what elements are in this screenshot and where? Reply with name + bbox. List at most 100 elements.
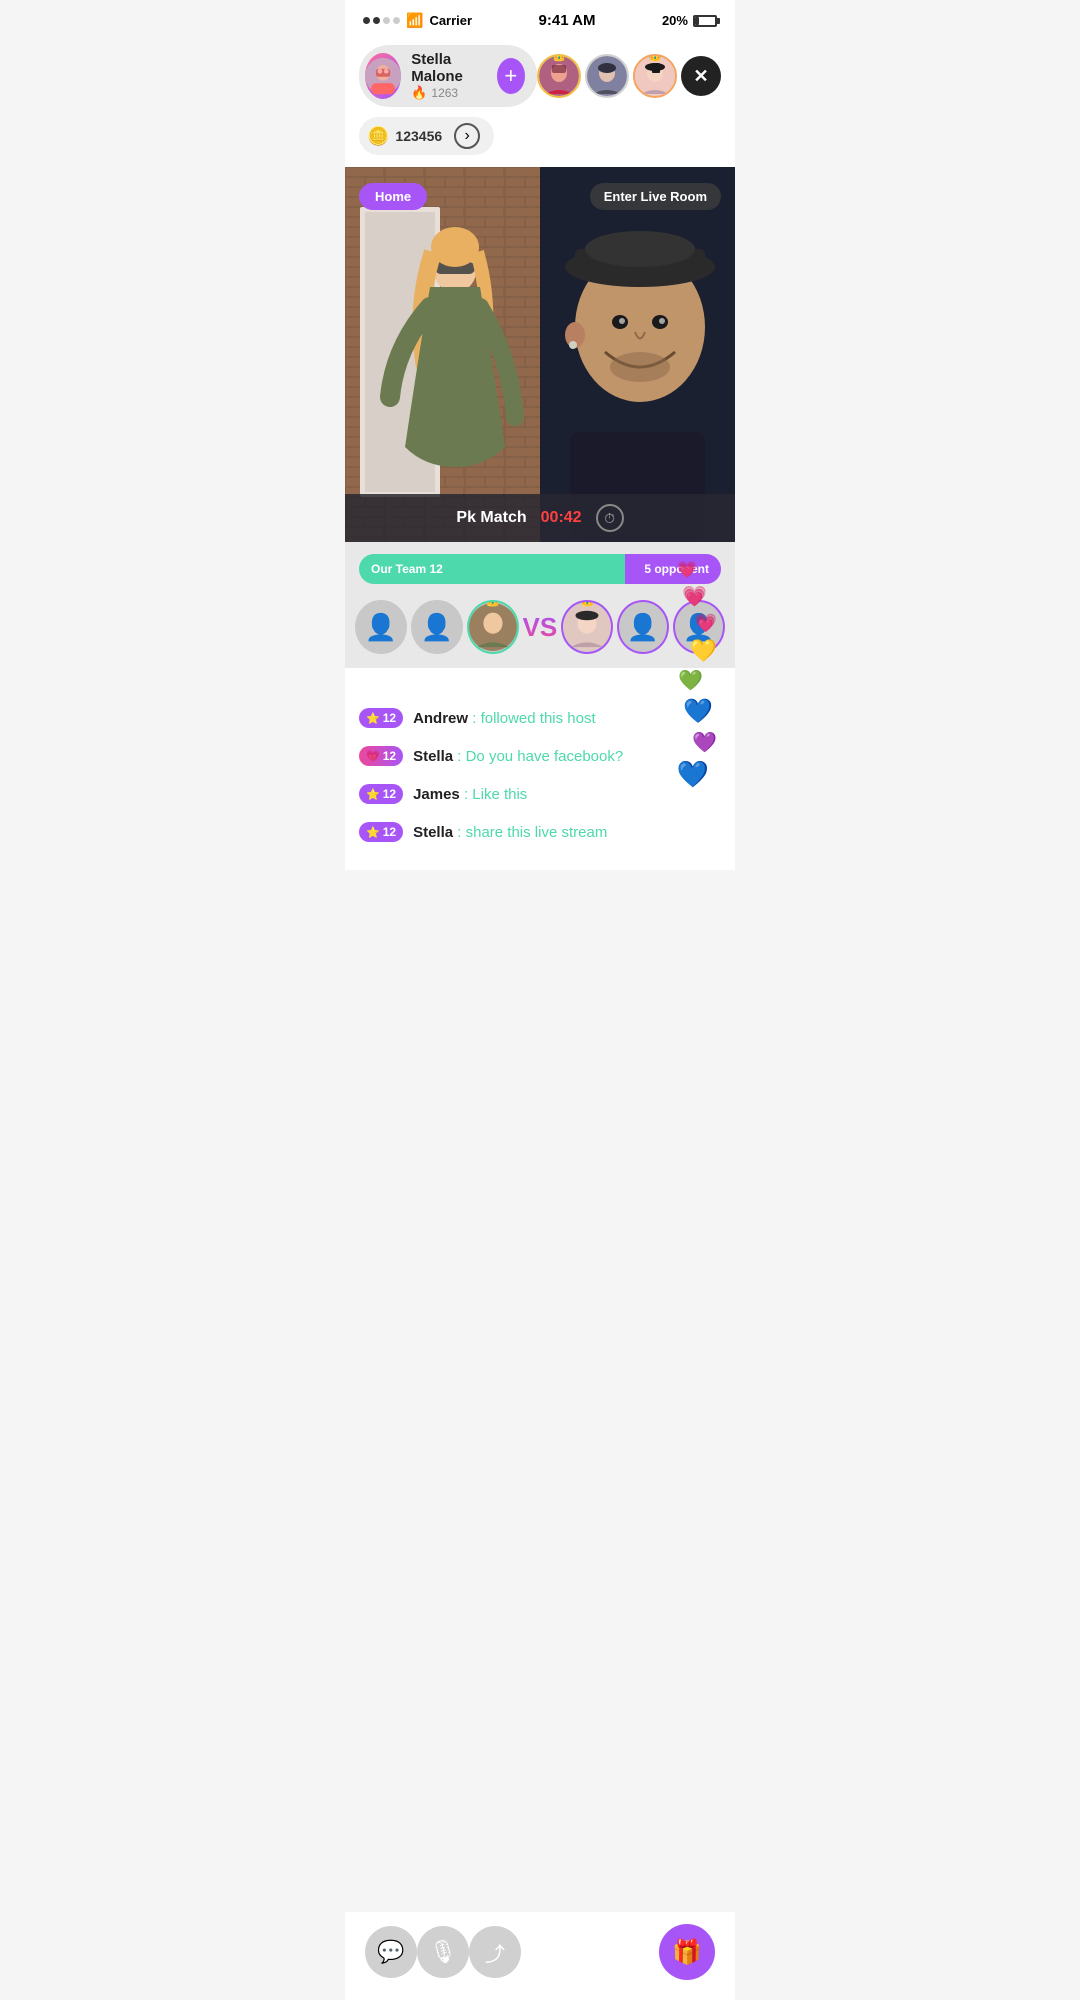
profile-card[interactable]: Stella Malone 🔥 1263 + <box>359 45 537 107</box>
avatar <box>365 53 401 99</box>
chat-name-3: James <box>413 786 460 803</box>
chat-content-3: : Like this <box>460 786 528 803</box>
chat-content-1: : followed this host <box>468 710 596 727</box>
man-background <box>540 167 735 542</box>
profile-section: Stella Malone 🔥 1263 + 👑 <box>345 35 735 117</box>
flame-score: 1263 <box>431 86 458 100</box>
coins-row: 🪙 123456 › <box>345 117 735 167</box>
coin-value: 123456 <box>395 128 442 144</box>
pk-match-label: Pk Match <box>456 509 526 527</box>
mini-avatar-3[interactable]: 👑 <box>633 54 677 98</box>
battery-fill <box>695 17 699 25</box>
chat-item-1: ⭐ 12 Andrew : followed this host <box>359 708 721 728</box>
heart-float-7: 💜 <box>692 730 717 755</box>
coins-arrow[interactable]: › <box>454 123 480 149</box>
hearts-float: 💗 💗 💗 💛 💚 💙 💜 💙 <box>677 560 717 790</box>
battery-icon <box>693 15 717 27</box>
signal-dot-4 <box>393 17 400 24</box>
person-icon-5: 👤 <box>627 612 659 643</box>
crown-teal-icon: 👑 <box>484 600 500 608</box>
comp-avatar-5[interactable]: 👤 <box>617 600 669 654</box>
heart-float-4: 💛 <box>690 638 717 664</box>
star-icon-1: ⭐ <box>366 712 380 725</box>
add-icon: + <box>504 63 517 89</box>
level-number-1: 12 <box>383 711 396 725</box>
home-badge[interactable]: Home <box>359 183 427 210</box>
chat-message-3: James : Like this <box>413 786 527 803</box>
chat-name-1: Andrew <box>413 710 468 727</box>
mic-button[interactable]: 🎙 <box>417 1926 469 1978</box>
chat-name-4: Stella <box>413 824 453 841</box>
level-number-4: 12 <box>383 825 396 839</box>
chat-button[interactable]: 💬 <box>365 1926 417 1978</box>
status-bar: 📶 Carrier 9:41 AM 20% <box>345 0 735 35</box>
level-number-3: 12 <box>383 787 396 801</box>
bottom-bar: 💬 🎙 ⤴ 🎁 <box>345 1912 735 2000</box>
pk-timer: 00:42 <box>541 509 582 527</box>
add-button[interactable]: + <box>497 58 525 94</box>
comp-avatar-3-active[interactable]: 👑 <box>467 600 519 654</box>
chat-item-2: 💗 12 Stella : Do you have facebook? <box>359 746 721 766</box>
gift-button[interactable]: 🎁 <box>659 1924 715 1980</box>
chat-name-2: Stella <box>413 748 453 765</box>
person-icon-1: 👤 <box>365 612 397 643</box>
star-icon-4: ⭐ <box>366 826 380 839</box>
status-left: 📶 Carrier <box>363 12 472 29</box>
pk-match-bar: Pk Match 00:42 ⏱ <box>345 494 735 542</box>
profile-name: Stella Malone <box>411 51 486 85</box>
heart-float-8: 💙 <box>677 759 709 790</box>
crown-red-icon: 👑 <box>579 600 595 608</box>
heart-float-2: 💗 <box>682 584 707 609</box>
mini-avatar-1[interactable]: 👑 <box>537 54 581 98</box>
team-progress-bar: Our Team 12 5 opponent <box>359 554 721 584</box>
level-number-2: 12 <box>383 749 396 763</box>
chat-section: ⭐ 12 Andrew : followed this host 💗 12 St… <box>345 688 735 870</box>
chat-message-2: Stella : Do you have facebook? <box>413 748 623 765</box>
mini-avatar-2[interactable] <box>585 54 629 98</box>
chat-content-4: : share this live stream <box>453 824 607 841</box>
share-button[interactable]: ⤴ <box>469 1926 521 1978</box>
chat-message-1: Andrew : followed this host <box>413 710 596 727</box>
chat-message-4: Stella : share this live stream <box>413 824 607 841</box>
mic-icon: 🎙 <box>429 1939 457 1965</box>
comp-avatar-4-active[interactable]: 👑 <box>561 600 613 654</box>
comp-avatar-1[interactable]: 👤 <box>355 600 407 654</box>
flame-icon: 🔥 <box>411 85 427 101</box>
close-button[interactable]: ✕ <box>681 56 721 96</box>
level-badge-3: ⭐ 12 <box>359 784 403 804</box>
heart-icon-2: 💗 <box>366 750 380 763</box>
signal-dot-3 <box>383 17 390 24</box>
heart-float-1: 💗 <box>677 560 697 580</box>
coins-badge[interactable]: 🪙 123456 › <box>359 117 494 155</box>
crown-icon-3: 👑 <box>648 54 663 62</box>
coin-icon: 🪙 <box>367 126 389 147</box>
profile-flame: 🔥 1263 <box>411 85 486 101</box>
crown-icon-1: 👑 <box>552 54 567 62</box>
chat-icon: 💬 <box>377 1939 404 1965</box>
heart-float-5: 💚 <box>678 668 703 693</box>
vs-badge: VS <box>523 612 558 643</box>
level-badge-2: 💗 12 <box>359 746 403 766</box>
share-icon: ⤴ <box>485 1938 505 1967</box>
woman-background <box>345 167 540 542</box>
chat-item-4: ⭐ 12 Stella : share this live stream <box>359 822 721 842</box>
battery-percent: 20% <box>662 13 688 28</box>
carrier-label: Carrier <box>429 13 472 28</box>
our-team-label: Our Team 12 <box>371 562 443 576</box>
enter-live-room-button[interactable]: Enter Live Room <box>590 183 721 210</box>
arrow-icon: › <box>464 127 469 145</box>
heart-float-6: 💙 <box>683 697 713 726</box>
live-section: Home <box>345 167 735 542</box>
person-icon-2: 👤 <box>420 612 452 643</box>
signal-dots <box>363 17 400 24</box>
pk-clock-icon: ⏱ <box>596 504 624 532</box>
live-panel-right: Enter Live Room <box>540 167 735 542</box>
level-badge-4: ⭐ 12 <box>359 822 403 842</box>
profile-info: Stella Malone 🔥 1263 <box>411 51 486 101</box>
comp-avatar-2[interactable]: 👤 <box>411 600 463 654</box>
avatars-row: 👑 👑 <box>537 54 721 98</box>
gift-icon: 🎁 <box>672 1938 702 1967</box>
bottom-spacer <box>345 870 735 970</box>
status-time: 9:41 AM <box>539 12 596 29</box>
live-panel-left: Home <box>345 167 540 542</box>
